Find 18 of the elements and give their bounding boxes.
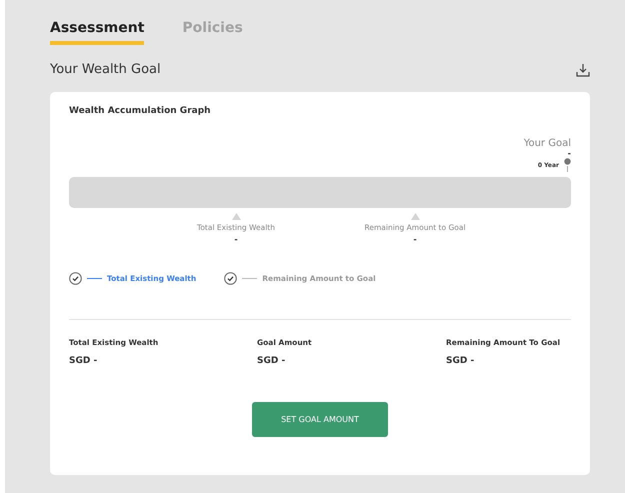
summary-value: SGD - — [69, 356, 98, 366]
check-circle-icon[interactable] — [69, 272, 82, 285]
summary-value: SGD - — [446, 356, 476, 366]
triangle-icon — [232, 213, 240, 220]
tab[interactable]: Assessment — [50, 20, 144, 45]
goal-value: - — [568, 149, 571, 158]
goal-marker-icon — [564, 158, 571, 172]
card-title: Wealth Accumulation Graph — [69, 106, 212, 116]
marker-value: - — [234, 235, 238, 244]
section-title: Your Wealth Goal — [50, 62, 161, 77]
check-circle-icon[interactable] — [224, 272, 238, 285]
set-goal-button[interactable]: SET GOAL AMOUNT — [252, 402, 388, 437]
goal-label: Your Goal — [524, 138, 571, 149]
download-icon[interactable] — [576, 62, 590, 76]
marker-value: - — [413, 235, 417, 244]
triangle-icon — [410, 213, 420, 220]
tab[interactable]: Policies — [182, 20, 243, 45]
summary-value: SGD - — [257, 356, 286, 366]
